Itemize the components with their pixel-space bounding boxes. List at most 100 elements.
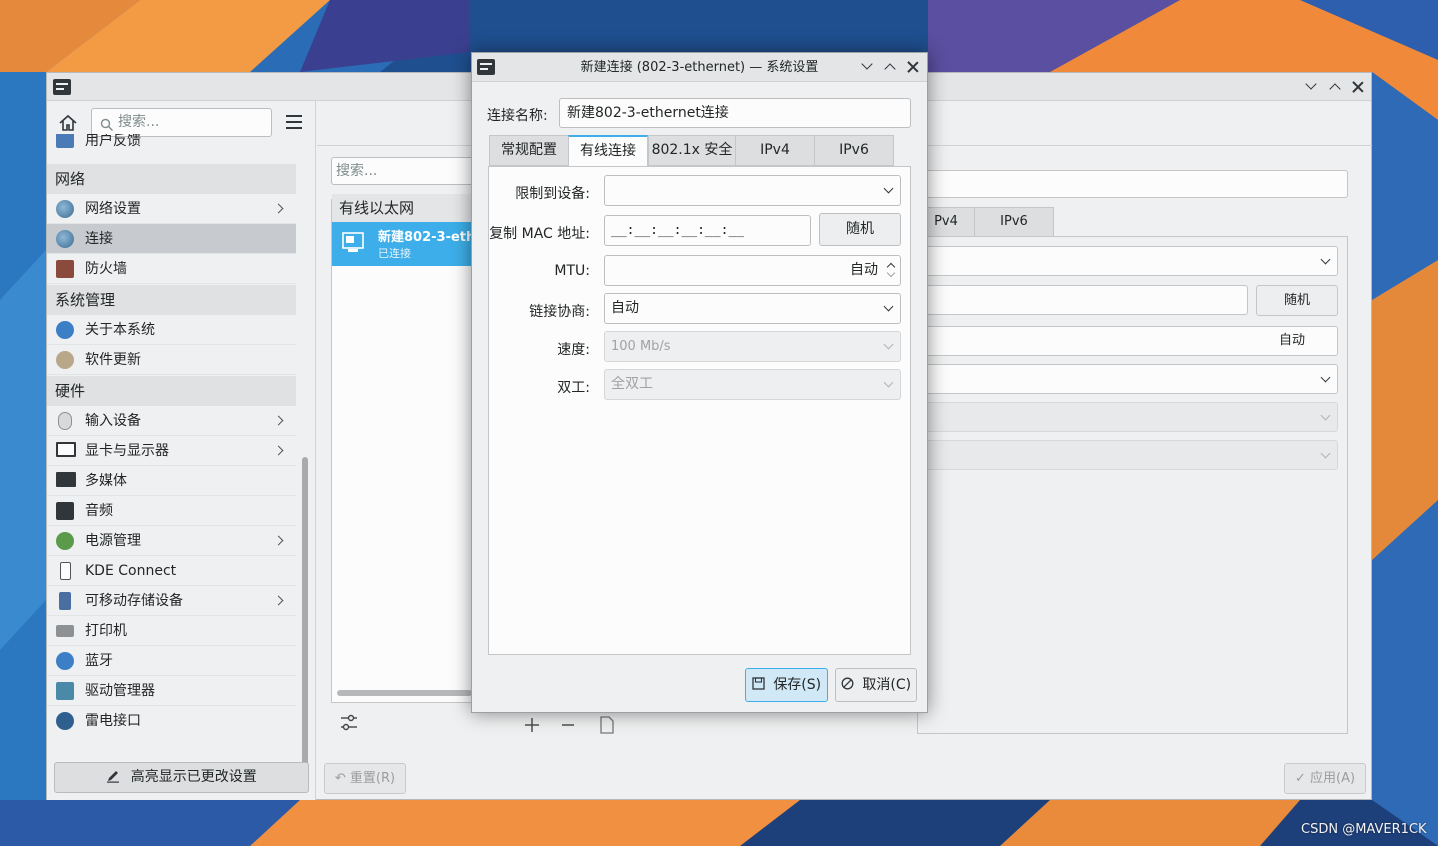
sidebar-item-driver-manager[interactable]: 驱动管理器 bbox=[47, 676, 296, 706]
checkmark-icon: ✓ bbox=[1294, 771, 1306, 786]
hamburger-menu-icon[interactable] bbox=[286, 114, 304, 130]
connection-list bbox=[331, 199, 476, 703]
bluetooth-icon bbox=[56, 652, 74, 670]
tab-ipv4[interactable]: IPv4 bbox=[735, 135, 815, 166]
minimize-icon[interactable] bbox=[1302, 78, 1320, 96]
connection-list-scrollbar[interactable] bbox=[337, 690, 472, 696]
sidebar-item-software-update[interactable]: 软件更新 bbox=[47, 345, 296, 375]
sidebar-item-audio[interactable]: 音频 bbox=[47, 496, 296, 526]
restrict-device-select[interactable] bbox=[604, 175, 901, 206]
back-mtu-stepper[interactable]: 自动 bbox=[917, 326, 1338, 356]
connection-search-input[interactable]: 搜索... bbox=[331, 157, 476, 185]
back-random-button[interactable]: 随机 bbox=[1256, 285, 1338, 316]
chevron-down-icon bbox=[1320, 372, 1331, 383]
tab-ipv6[interactable]: IPv6 bbox=[814, 135, 894, 166]
sidebar-item-input-devices[interactable]: 输入设备 bbox=[47, 406, 296, 436]
minimize-icon[interactable] bbox=[858, 58, 876, 76]
configure-icon[interactable] bbox=[340, 713, 358, 738]
home-icon[interactable] bbox=[57, 112, 79, 134]
tab-general[interactable]: 常规配置 bbox=[489, 135, 569, 166]
save-icon bbox=[752, 670, 765, 690]
clone-mac-label: 复制 MAC 地址: bbox=[489, 226, 590, 242]
sidebar-item-about[interactable]: 关于本系统 bbox=[47, 315, 296, 345]
restrict-device-label: 限制到设备: bbox=[515, 186, 590, 202]
sidebar-item-firewall[interactable]: 防火墙 bbox=[47, 254, 296, 284]
duplex-select[interactable]: 全双工 bbox=[604, 369, 901, 400]
thunderbolt-icon bbox=[56, 712, 74, 730]
sidebar-header-hardware: 硬件 bbox=[47, 376, 296, 406]
add-icon[interactable] bbox=[523, 715, 541, 739]
cancel-icon bbox=[841, 670, 854, 690]
sidebar-item-display[interactable]: 显卡与显示器 bbox=[47, 436, 296, 466]
chevron-down-icon bbox=[883, 301, 894, 312]
maximize-icon[interactable] bbox=[1326, 78, 1344, 96]
close-icon[interactable] bbox=[904, 58, 922, 76]
connection-name-input[interactable]: 新建802-3-ethernet连接 bbox=[559, 98, 911, 128]
save-button[interactable]: 保存(S) bbox=[745, 668, 828, 702]
remove-icon[interactable] bbox=[561, 715, 575, 739]
sidebar-item-network-settings[interactable]: 网络设置 bbox=[47, 194, 296, 224]
sidebar-search-input[interactable]: 搜索... bbox=[91, 108, 272, 137]
phone-icon bbox=[60, 562, 71, 580]
chevron-down-icon bbox=[1320, 254, 1331, 265]
dialog-titlebar: 新建连接 (802-3-ethernet) — 系统设置 bbox=[472, 53, 927, 82]
reset-button[interactable]: ↶ 重置(R) bbox=[324, 763, 406, 794]
negotiation-label: 链接协商: bbox=[529, 304, 590, 320]
sidebar-item-feedback[interactable]: 用户反馈 bbox=[47, 134, 296, 154]
mouse-icon bbox=[58, 412, 72, 430]
sidebar-item-kde-connect[interactable]: KDE Connect bbox=[47, 556, 296, 586]
chevron-right-icon bbox=[273, 203, 284, 214]
speed-label: 速度: bbox=[557, 342, 590, 358]
cancel-button[interactable]: 取消(C) bbox=[835, 668, 917, 702]
sidebar-scrollbar[interactable] bbox=[302, 457, 308, 777]
info-icon bbox=[56, 321, 74, 339]
monitor-icon bbox=[56, 442, 76, 457]
multimedia-icon bbox=[56, 472, 76, 487]
mtu-stepper[interactable]: 自动 bbox=[604, 255, 901, 286]
back-mac-input[interactable] bbox=[917, 285, 1248, 315]
sidebar-item-power[interactable]: 电源管理 bbox=[47, 526, 296, 556]
spin-down-icon[interactable] bbox=[886, 268, 896, 278]
chevron-right-icon bbox=[273, 415, 284, 426]
power-icon bbox=[56, 532, 74, 550]
usb-icon bbox=[59, 592, 71, 610]
connection-name-label: 连接名称: bbox=[487, 108, 548, 124]
sidebar-item-bluetooth[interactable]: 蓝牙 bbox=[47, 646, 296, 676]
chevron-down-icon bbox=[1320, 448, 1331, 459]
ethernet-icon bbox=[342, 231, 364, 253]
random-mac-button[interactable]: 随机 bbox=[819, 213, 901, 246]
export-icon[interactable] bbox=[599, 715, 615, 739]
sidebar-item-printers[interactable]: 打印机 bbox=[47, 616, 296, 646]
search-icon bbox=[100, 115, 114, 131]
sidebar-item-thunderbolt[interactable]: 雷电接口 bbox=[47, 706, 296, 736]
sidebar-search-placeholder: 搜索... bbox=[118, 114, 160, 130]
back-duplex-select[interactable] bbox=[917, 440, 1338, 470]
sidebar-item-removable-storage[interactable]: 可移动存储设备 bbox=[47, 586, 296, 616]
sidebar-item-connections[interactable]: 连接 bbox=[47, 224, 296, 254]
back-speed-select[interactable] bbox=[917, 402, 1338, 432]
negotiation-select[interactable]: 自动 bbox=[604, 293, 901, 324]
mtu-value: 自动 bbox=[850, 262, 878, 278]
back-name-input[interactable] bbox=[917, 170, 1348, 198]
feedback-icon bbox=[56, 134, 74, 148]
app-icon bbox=[53, 79, 71, 95]
tab-wired[interactable]: 有线连接 bbox=[568, 135, 648, 167]
globe-icon bbox=[56, 230, 74, 248]
back-tab-ipv6[interactable]: IPv6 bbox=[974, 207, 1054, 237]
highlight-changed-settings-button[interactable]: 高亮显示已更改设置 bbox=[54, 762, 309, 793]
close-icon[interactable] bbox=[1349, 78, 1367, 96]
new-connection-dialog: 新建连接 (802-3-ethernet) — 系统设置 连接名称: 新建802… bbox=[471, 52, 928, 713]
tab-8021x-security[interactable]: 802.1x 安全 bbox=[648, 135, 736, 166]
sidebar-item-multimedia[interactable]: 多媒体 bbox=[47, 466, 296, 496]
chevron-down-icon bbox=[883, 183, 894, 194]
update-icon bbox=[56, 351, 74, 369]
back-device-select[interactable] bbox=[917, 246, 1338, 276]
connection-item[interactable]: 新建802-3-ethe 已连接 bbox=[332, 222, 475, 266]
back-negotiation-select[interactable] bbox=[917, 364, 1338, 394]
firewall-icon bbox=[56, 260, 74, 278]
maximize-icon[interactable] bbox=[881, 58, 899, 76]
speed-select[interactable]: 100 Mb/s bbox=[604, 331, 901, 362]
chevron-right-icon bbox=[273, 535, 284, 546]
apply-button[interactable]: ✓ 应用(A) bbox=[1284, 763, 1366, 794]
clone-mac-input[interactable]: __:__:__:__:__:__ bbox=[604, 215, 811, 246]
